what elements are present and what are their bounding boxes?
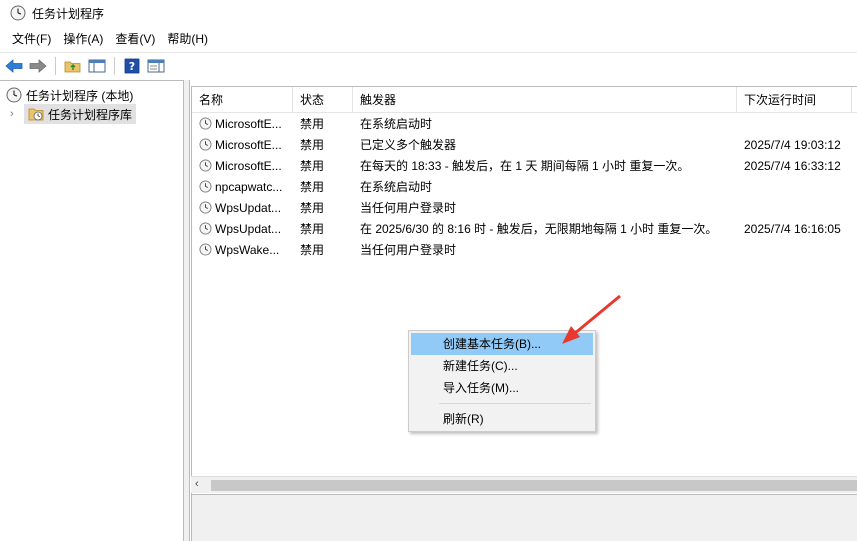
task-next-run: 2025/7/4 16:33:12	[744, 158, 841, 173]
toolbar: ?	[0, 52, 857, 79]
task-name: MicrosoftE...	[215, 116, 282, 131]
folder-clock-icon	[28, 108, 44, 121]
task-list: 名称 状态 触发器 下次运行时间 MicrosoftE... 禁用 在系统启动时…	[191, 86, 857, 494]
task-clock-icon	[199, 243, 212, 256]
task-status: 禁用	[300, 180, 325, 194]
title-bar: 任务计划程序	[0, 0, 857, 26]
tree-item-library[interactable]: › 任务计划程序库	[10, 104, 137, 124]
menu-separator	[439, 403, 591, 404]
menu-bar: 文件(F) 操作(A) 查看(V) 帮助(H)	[0, 28, 857, 50]
task-trigger: 已定义多个触发器	[360, 138, 457, 152]
menu-action[interactable]: 操作(A)	[57, 28, 109, 50]
forward-arrow-icon	[29, 59, 47, 73]
task-status: 禁用	[300, 201, 325, 215]
task-trigger: 在系统启动时	[360, 180, 433, 194]
task-next-run: 2025/7/4 19:03:12	[744, 137, 841, 152]
task-clock-icon	[199, 138, 212, 151]
menu-file[interactable]: 文件(F)	[6, 28, 57, 50]
table-row[interactable]: MicrosoftE... 禁用 已定义多个触发器 2025/7/4 19:03…	[192, 134, 857, 155]
tree-item-label: 任务计划程序库	[48, 107, 133, 122]
pane-splitter[interactable]	[184, 80, 190, 541]
table-row[interactable]: WpsWake... 禁用 当任何用户登录时	[192, 239, 857, 260]
task-name: MicrosoftE...	[215, 137, 282, 152]
show-hide-console-tree-icon	[88, 59, 106, 73]
menu-item-new-task[interactable]: 新建任务(C)...	[411, 355, 593, 377]
back-arrow-icon	[5, 59, 23, 73]
task-clock-icon	[199, 117, 212, 130]
scroll-left-icon[interactable]: ‹	[195, 478, 199, 490]
svg-text:?: ?	[129, 60, 135, 73]
action-pane-icon	[147, 59, 165, 73]
column-header-next-run[interactable]: 下次运行时间	[737, 87, 852, 112]
task-trigger: 在 2025/6/30 的 8:16 时 - 触发后，无限期地每隔 1 小时 重…	[360, 222, 718, 236]
toolbar-separator	[114, 57, 115, 75]
clock-icon	[10, 5, 26, 21]
task-trigger: 在每天的 18:33 - 触发后，在 1 天 期间每隔 1 小时 重复一次。	[360, 159, 690, 173]
task-trigger: 当任何用户登录时	[360, 201, 457, 215]
window-title: 任务计划程序	[32, 6, 105, 21]
console-tree: 任务计划程序 (本地) › 任务计划程序库	[0, 80, 184, 541]
back-button[interactable]	[4, 56, 24, 76]
horizontal-scrollbar[interactable]: ‹	[191, 476, 857, 493]
task-clock-icon	[199, 180, 212, 193]
menu-help[interactable]: 帮助(H)	[161, 28, 214, 50]
help-icon: ?	[124, 58, 140, 74]
task-name: WpsUpdat...	[215, 221, 282, 236]
table-header: 名称 状态 触发器 下次运行时间	[192, 87, 857, 113]
column-header-status[interactable]: 状态	[293, 87, 353, 112]
menu-view[interactable]: 查看(V)	[109, 28, 161, 50]
scrollbar-thumb[interactable]	[211, 480, 857, 491]
table-row[interactable]: npcapwatc... 禁用 在系统启动时	[192, 176, 857, 197]
menu-item-refresh[interactable]: 刷新(R)	[411, 408, 593, 430]
table-row[interactable]: MicrosoftE... 禁用 在系统启动时	[192, 113, 857, 134]
table-row[interactable]: WpsUpdat... 禁用 当任何用户登录时	[192, 197, 857, 218]
table-row[interactable]: MicrosoftE... 禁用 在每天的 18:33 - 触发后，在 1 天 …	[192, 155, 857, 176]
task-status: 禁用	[300, 243, 325, 257]
task-trigger: 当任何用户登录时	[360, 243, 457, 257]
column-header-name[interactable]: 名称	[192, 87, 293, 112]
tree-item-label: 任务计划程序 (本地)	[26, 88, 134, 103]
task-next-run: 2025/7/4 16:16:05	[744, 221, 841, 236]
task-status: 禁用	[300, 138, 325, 152]
task-trigger: 在系统启动时	[360, 117, 433, 131]
help-button[interactable]: ?	[122, 56, 142, 76]
forward-button[interactable]	[28, 56, 48, 76]
task-name: WpsWake...	[215, 242, 280, 257]
up-folder-button[interactable]	[63, 56, 83, 76]
task-clock-icon	[199, 159, 212, 172]
task-name: WpsUpdat...	[215, 200, 282, 215]
task-clock-icon	[199, 201, 212, 214]
task-status: 禁用	[300, 159, 325, 173]
menu-item-create-basic-task[interactable]: 创建基本任务(B)...	[411, 333, 593, 355]
task-status: 禁用	[300, 222, 325, 236]
clock-icon	[6, 87, 22, 103]
chevron-right-icon[interactable]: ›	[10, 108, 20, 120]
column-header-trigger[interactable]: 触发器	[353, 87, 737, 112]
menu-item-import-task[interactable]: 导入任务(M)...	[411, 377, 593, 399]
table-row[interactable]: WpsUpdat... 禁用 在 2025/6/30 的 8:16 时 - 触发…	[192, 218, 857, 239]
tree-item-root[interactable]: 任务计划程序 (本地)	[6, 85, 133, 105]
task-name: MicrosoftE...	[215, 158, 282, 173]
tree-item-selected[interactable]: 任务计划程序库	[24, 104, 137, 124]
folder-up-icon	[64, 61, 81, 73]
task-name: npcapwatc...	[215, 179, 283, 194]
details-pane	[191, 494, 857, 541]
task-status: 禁用	[300, 117, 325, 131]
task-clock-icon	[199, 222, 212, 235]
context-menu: 创建基本任务(B)... 新建任务(C)... 导入任务(M)... 刷新(R)	[408, 330, 596, 432]
toolbar-separator	[55, 57, 56, 75]
table-body: MicrosoftE... 禁用 在系统启动时 MicrosoftE... 禁用…	[192, 113, 857, 260]
action-pane-button[interactable]	[146, 56, 166, 76]
show-hide-tree-button[interactable]	[87, 56, 107, 76]
